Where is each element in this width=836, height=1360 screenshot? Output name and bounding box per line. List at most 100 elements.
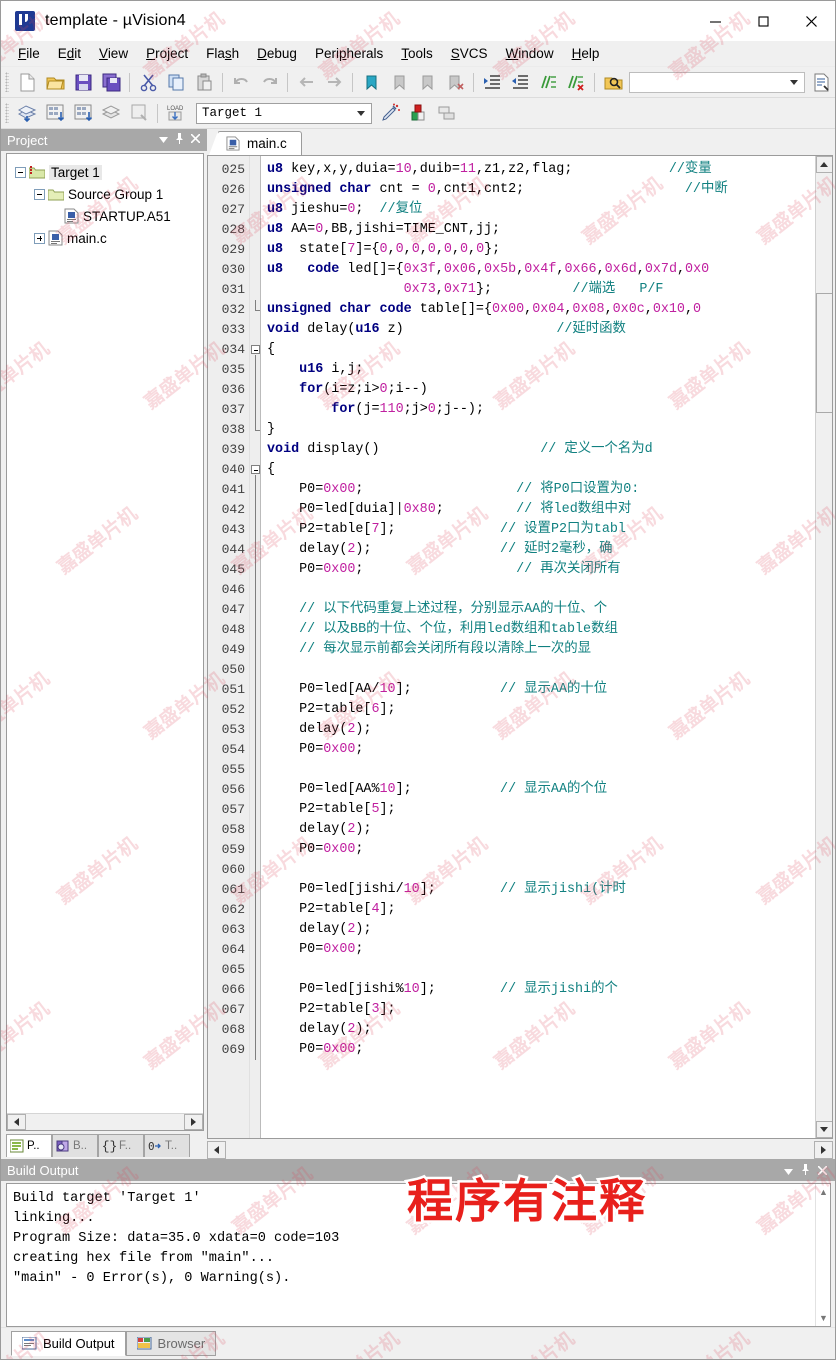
scroll-right-button[interactable] [184,1114,203,1130]
expander-minus-icon[interactable] [34,189,45,200]
find-combo-input[interactable] [629,72,805,93]
manage-components-icon[interactable] [406,101,432,126]
code-line[interactable]: u8 jieshu=0; //复位 [267,200,815,220]
code-line[interactable]: P0=led[duia]|0x80; // 将led数组中对 [267,500,815,520]
tree-item-startup-a51[interactable]: STARTUP.A51 [7,205,203,227]
minimize-button[interactable] [691,1,739,41]
menu-view[interactable]: View [90,43,137,64]
scroll-right-button[interactable] [814,1141,833,1159]
sidebar-tab-books[interactable]: B.. [52,1134,98,1157]
code-line[interactable]: void display() // 定义一个名为d [267,440,815,460]
close-icon[interactable] [818,1163,827,1178]
tree-item-main-c[interactable]: main.c [7,227,203,249]
scroll-left-button[interactable] [7,1114,26,1130]
menu-help[interactable]: Help [563,43,609,64]
scroll-track[interactable] [226,1141,814,1159]
target-options-icon[interactable] [378,101,404,126]
paste-icon[interactable] [191,70,217,95]
code-line[interactable] [267,580,815,600]
target-select[interactable]: Target 1 [196,103,372,124]
editor-tab-main-c[interactable]: main.c [217,131,302,155]
project-tree[interactable]: Target 1 Source Group 1 STARTUP.A51 [6,153,204,1131]
bookmark-toggle-icon[interactable] [358,70,384,95]
code-line[interactable] [267,960,815,980]
code-line[interactable]: P0=0x00; // 将P0口设置为0: [267,480,815,500]
scroll-down-button[interactable]: ▼ [819,1313,828,1323]
code-line[interactable]: P0=0x00; // 再次关闭所有 [267,560,815,580]
project-tree-hscrollbar[interactable] [7,1113,203,1130]
outdent-icon[interactable] [507,70,533,95]
code-line[interactable]: P0=0x00; [267,1040,815,1060]
code-line[interactable]: // 以及BB的十位、个位，利用led数组和table数组 [267,620,815,640]
tab-browser[interactable]: Browser [126,1331,217,1356]
menu-peripherals[interactable]: Peripherals [306,43,392,64]
copy-icon[interactable] [163,70,189,95]
code-line[interactable]: P2=table[5]; [267,800,815,820]
code-line[interactable]: void delay(u16 z) //延时函数 [267,320,815,340]
menu-edit[interactable]: Edit [49,43,90,64]
code-editor[interactable]: 0250260270280290300310320330340350360370… [207,155,833,1139]
code-line[interactable]: P0=led[AA/10]; // 显示AA的十位 [267,680,815,700]
translate-icon[interactable] [14,101,40,126]
menu-flash[interactable]: Flash [197,43,248,64]
menu-project[interactable]: Project [137,43,197,64]
cut-icon[interactable] [135,70,161,95]
configuration-wizard-icon[interactable] [808,70,834,95]
code-line[interactable]: P2=table[3]; [267,1000,815,1020]
toolbar-grip[interactable] [5,72,9,92]
code-line[interactable]: delay(2); // 延时2毫秒，确 [267,540,815,560]
code-line[interactable]: delay(2); [267,720,815,740]
code-line[interactable]: // 以下代码重复上述过程，分别显示AA的十位、个 [267,600,815,620]
editor-vscrollbar[interactable] [815,156,832,1138]
dropdown-icon[interactable] [159,134,168,146]
tab-build-output[interactable]: Build Output [11,1331,126,1356]
code-text[interactable]: u8 key,x,y,duia=10,duib=11,z1,z2,flag; /… [261,156,815,1138]
code-line[interactable]: delay(2); [267,920,815,940]
scroll-left-button[interactable] [207,1141,226,1159]
code-line[interactable]: u8 key,x,y,duia=10,duib=11,z1,z2,flag; /… [267,160,815,180]
save-all-icon[interactable] [98,70,124,95]
open-file-icon[interactable] [42,70,68,95]
pin-icon[interactable] [801,1163,810,1178]
fold-toggle[interactable] [251,345,260,354]
rebuild-icon[interactable] [70,101,96,126]
uncomment-icon[interactable] [563,70,589,95]
code-line[interactable]: P0=0x00; [267,740,815,760]
code-line[interactable]: P0=led[jishi%10]; // 显示jishi的个 [267,980,815,1000]
sidebar-tab-functions[interactable]: {} F.. [98,1134,144,1157]
sidebar-tab-project[interactable]: P.. [6,1134,52,1157]
scroll-track[interactable] [26,1113,184,1131]
code-line[interactable]: // 每次显示前都会关闭所有段以清除上一次的显 [267,640,815,660]
expander-plus-icon[interactable] [34,233,45,244]
menu-window[interactable]: Window [497,43,563,64]
close-icon[interactable] [191,134,200,146]
code-line[interactable]: { [267,340,815,360]
code-line[interactable]: P2=table[7]; // 设置P2口为tabl [267,520,815,540]
code-line[interactable]: unsigned char code table[]={0x00,0x04,0x… [267,300,815,320]
sidebar-tab-templates[interactable]: 0 T.. [144,1134,190,1157]
build-output-scrollbar[interactable]: ▲ ▼ [815,1184,830,1326]
save-icon[interactable] [70,70,96,95]
code-line[interactable]: for(j=110;j>0;j--); [267,400,815,420]
chevron-down-icon[interactable] [353,104,369,123]
code-folding-column[interactable] [250,156,261,1138]
indent-icon[interactable] [479,70,505,95]
find-in-files-icon[interactable] [600,70,626,95]
code-line[interactable]: P0=0x00; [267,940,815,960]
code-line[interactable]: P0=0x00; [267,840,815,860]
scroll-thumb[interactable] [816,293,833,413]
dropdown-icon[interactable] [784,1163,793,1178]
scroll-up-button[interactable]: ▲ [819,1187,828,1197]
close-button[interactable] [787,1,835,41]
code-line[interactable]: u8 AA=0,BB,jishi=TIME_CNT,jj; [267,220,815,240]
toolbar-grip[interactable] [5,103,9,123]
scroll-up-button[interactable] [816,156,833,173]
fold-toggle[interactable] [251,465,260,474]
menu-debug[interactable]: Debug [248,43,306,64]
editor-hscrollbar[interactable] [207,1140,833,1159]
scroll-down-button[interactable] [816,1121,833,1138]
comment-icon[interactable] [535,70,561,95]
code-line[interactable] [267,860,815,880]
pin-icon[interactable] [175,133,184,147]
new-file-icon[interactable] [14,70,40,95]
